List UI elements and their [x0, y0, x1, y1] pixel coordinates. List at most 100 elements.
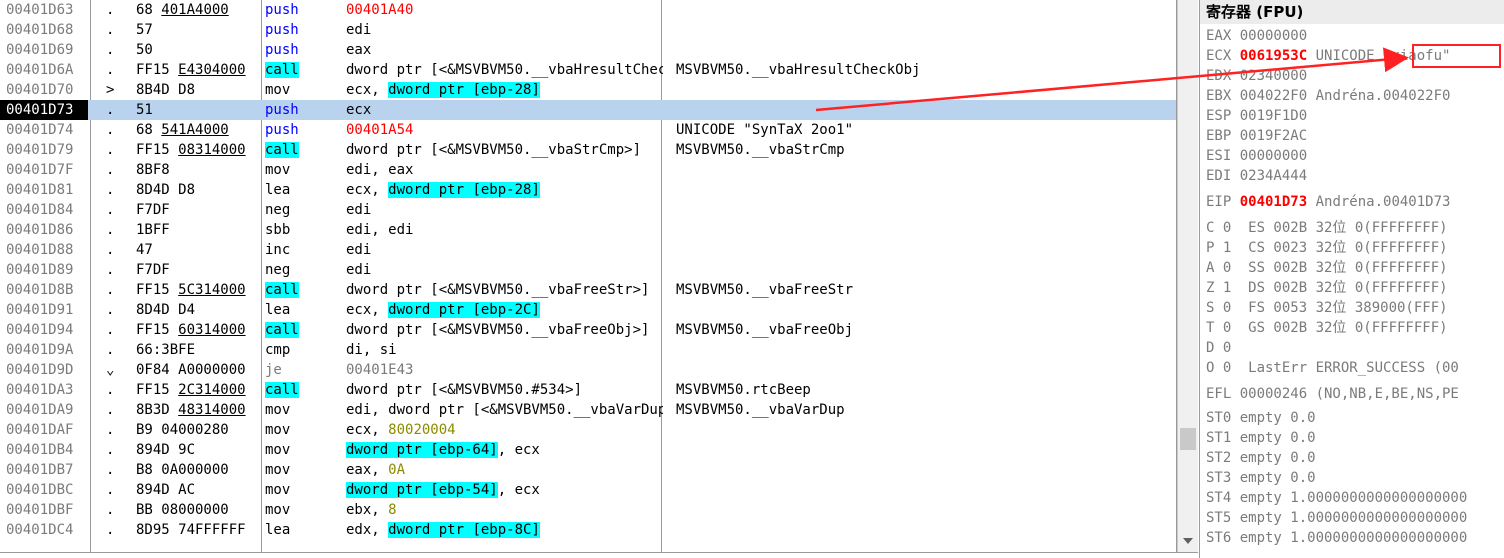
operand-part: , ecx — [497, 482, 540, 498]
instruction-address[interactable]: 00401D74 — [6, 120, 86, 140]
flag-row[interactable]: Z 1 DS 002B 32位 0(FFFFFFFF) — [1206, 278, 1504, 298]
fpu-register[interactable]: ST1 empty 0.0 — [1206, 428, 1504, 448]
instruction-comment — [676, 40, 1176, 60]
register-name: ESI — [1206, 148, 1240, 164]
register-esp[interactable]: ESP 0019F1D0 — [1206, 106, 1504, 126]
flag-row[interactable]: T 0 GS 002B 32位 0(FFFFFFFF) — [1206, 318, 1504, 338]
disasm-row[interactable]: 00401D9D ⌄ 0F84 A0000000 je 00401E43 — [0, 360, 1176, 380]
disasm-row[interactable]: 00401D94. FF15 60314000 call dword ptr [<&M… — [0, 320, 1176, 340]
fpu-register[interactable]: ST0 empty 0.0 — [1206, 408, 1504, 428]
disasm-row[interactable]: 00401DB4. 894D 9C mov dword ptr [ebp-64], e… — [0, 440, 1176, 460]
fpu-register[interactable]: ST4 empty 1.0000000000000000000 — [1206, 488, 1504, 508]
disasm-row[interactable]: 00401DBC. 894D AC mov dword ptr [ebp-54], e… — [0, 480, 1176, 500]
instruction-address[interactable]: 00401DA9 — [6, 400, 86, 420]
register-ebp[interactable]: EBP 0019F2AC — [1206, 126, 1504, 146]
flag-row[interactable]: S 0 FS 0053 32位 389000(FFF) — [1206, 298, 1504, 318]
disasm-row[interactable]: 00401D68. 57 push edi — [0, 20, 1176, 40]
instruction-address[interactable]: 00401D69 — [6, 40, 86, 60]
disasm-row[interactable]: 00401D84. F7DF neg edi — [0, 200, 1176, 220]
instruction-bytes: 8B4D D8 — [136, 82, 196, 98]
instruction-address[interactable]: 00401D81 — [6, 180, 86, 200]
instruction-address[interactable]: 00401DB4 — [6, 440, 86, 460]
flag-row[interactable]: A 0 SS 002B 32位 0(FFFFFFFF) — [1206, 258, 1504, 278]
instruction-address[interactable]: 00401DAF — [6, 420, 86, 440]
instruction-address[interactable]: 00401D84 — [6, 200, 86, 220]
register-edx[interactable]: EDX 02340000 — [1206, 66, 1504, 86]
disasm-row[interactable]: 00401D70 >8B4D D8 mov ecx, dword ptr [ebp-2… — [0, 80, 1176, 100]
disasm-row[interactable]: 00401D6A. FF15 E4304000 call dword ptr [<&M… — [0, 60, 1176, 80]
instruction-address[interactable]: 00401D68 — [6, 20, 86, 40]
disasm-row[interactable]: 00401DBF. BB 08000000 mov ebx, 8 — [0, 500, 1176, 520]
instruction-address[interactable]: 00401DA3 — [6, 380, 86, 400]
register-efl[interactable]: EFL 00000246 (NO,NB,E,BE,NS,PE — [1206, 384, 1504, 404]
flag-row[interactable]: O 0 LastErr ERROR_SUCCESS (00 — [1206, 358, 1504, 378]
register-eax[interactable]: EAX 00000000 — [1206, 26, 1504, 46]
disasm-row[interactable]: 00401DA9. 8B3D 48314000 mov edi, dword ptr … — [0, 400, 1176, 420]
disasm-row[interactable]: 00401D91. 8D4D D4 lea ecx, dword ptr [ebp-2… — [0, 300, 1176, 320]
disasm-row[interactable]: 00401DB7. B8 0A000000 mov eax, 0A — [0, 460, 1176, 480]
register-ebx[interactable]: EBX 004022F0 Andréna.004022F0 — [1206, 86, 1504, 106]
mnemonic-text: neg — [265, 202, 291, 218]
operand-part: 8 — [388, 502, 397, 518]
fpu-register[interactable]: ST3 empty 0.0 — [1206, 468, 1504, 488]
instruction-address[interactable]: 00401DBC — [6, 480, 86, 500]
instruction-address[interactable]: 00401DB7 — [6, 460, 86, 480]
instruction-comment: MSVBVM50.__vbaFreeObj — [676, 322, 854, 338]
instruction-mnemonic: push — [265, 120, 343, 140]
instruction-address[interactable]: 00401D7F — [6, 160, 86, 180]
instruction-address[interactable]: 00401D94 — [6, 320, 86, 340]
instruction-operands: dword ptr [ebp-54], ecx — [346, 480, 663, 500]
disasm-row[interactable]: 00401D63. 68 401A4000 push 00401A40 — [0, 0, 1176, 20]
disassembly-scrollbar[interactable] — [1177, 0, 1198, 552]
fpu-register[interactable]: ST6 empty 1.0000000000000000000 — [1206, 528, 1504, 548]
instruction-bytes: F7DF — [136, 202, 170, 218]
disasm-row[interactable]: 00401D88. 47 inc edi — [0, 240, 1176, 260]
instruction-mnemonic: mov — [265, 160, 343, 180]
fpu-register[interactable]: ST2 empty 0.0 — [1206, 448, 1504, 468]
disasm-row[interactable]: 00401D79. FF15 08314000 call dword ptr [<&M… — [0, 140, 1176, 160]
instruction-address[interactable]: 00401D9D — [6, 360, 86, 380]
disasm-row[interactable]: 00401DAF. B9 04000280 mov ecx, 80020004 — [0, 420, 1176, 440]
flag-row[interactable]: D 0 — [1206, 338, 1504, 358]
register-esi[interactable]: ESI 00000000 — [1206, 146, 1504, 166]
disasm-row[interactable]: 00401DC4. 8D95 74FFFFFF lea edx, dword ptr … — [0, 520, 1176, 540]
instruction-address[interactable]: 00401D8B — [6, 280, 86, 300]
disasm-row[interactable]: 00401D7F. 8BF8 mov edi, eax — [0, 160, 1176, 180]
register-edi[interactable]: EDI 0234A444 — [1206, 166, 1504, 186]
register-eip[interactable]: EIP 00401D73 Andréna.00401D73 — [1206, 192, 1504, 212]
instruction-address[interactable]: 00401D6A — [6, 60, 86, 80]
disasm-row[interactable]: 00401D8B. FF15 5C314000 call dword ptr [<&M… — [0, 280, 1176, 300]
instruction-comment: MSVBVM50.__vbaStrCmp — [676, 142, 845, 158]
flag-row[interactable]: C 0 ES 002B 32位 0(FFFFFFFF) — [1206, 218, 1504, 238]
instruction-address[interactable]: 00401D86 — [6, 220, 86, 240]
disassembly-pane[interactable]: 00401D63. 68 401A4000 push 00401A40 00401D68… — [0, 0, 1177, 552]
disasm-row[interactable]: 00401D89. F7DF neg edi — [0, 260, 1176, 280]
instruction-mnemonic: push — [265, 20, 343, 40]
scrollbar-thumb[interactable] — [1180, 428, 1196, 450]
instruction-address[interactable]: 00401D91 — [6, 300, 86, 320]
jump-marker: . — [106, 522, 115, 538]
operand-part: dword ptr [ebp-64] — [346, 442, 498, 458]
instruction-address[interactable]: 00401D63 — [6, 0, 86, 20]
registers-pane[interactable]: 寄存器 (FPU) EAX 00000000 ECX 0061953C UNICO… — [1199, 0, 1504, 558]
flag-row[interactable]: P 1 CS 0023 32位 0(FFFFFFFF) — [1206, 238, 1504, 258]
instruction-address[interactable]: 00401D70 — [6, 80, 86, 100]
disasm-row[interactable]: 00401D81. 8D4D D8 lea ecx, dword ptr [ebp-2… — [0, 180, 1176, 200]
instruction-address[interactable]: 00401D9A — [6, 340, 86, 360]
instruction-address[interactable]: 00401D79 — [6, 140, 86, 160]
disasm-row[interactable]: 00401D74. 68 541A4000 push 00401A54 UNICODE … — [0, 120, 1176, 140]
disasm-row[interactable]: 00401DA3. FF15 2C314000 call dword ptr [<&M… — [0, 380, 1176, 400]
fpu-register[interactable]: ST5 empty 1.0000000000000000000 — [1206, 508, 1504, 528]
instruction-operands: ecx — [346, 100, 663, 120]
disasm-row[interactable]: 00401D9A. 66:3BFE cmp di, si — [0, 340, 1176, 360]
instruction-address[interactable]: 00401D89 — [6, 260, 86, 280]
instruction-address[interactable]: 00401DBF — [6, 500, 86, 520]
disasm-row[interactable]: 00401D69. 50 push eax — [0, 40, 1176, 60]
instruction-address[interactable]: 00401D88 — [6, 240, 86, 260]
instruction-address[interactable]: 00401DC4 — [6, 520, 86, 540]
disasm-row[interactable]: 00401D73. 51 push ecx — [0, 100, 1176, 120]
instruction-operands: edi, edi — [346, 220, 663, 240]
disasm-row[interactable]: 00401D86. 1BFF sbb edi, edi — [0, 220, 1176, 240]
scroll-down-arrow-icon[interactable] — [1183, 538, 1193, 544]
instruction-address[interactable]: 00401D73 — [0, 100, 88, 120]
